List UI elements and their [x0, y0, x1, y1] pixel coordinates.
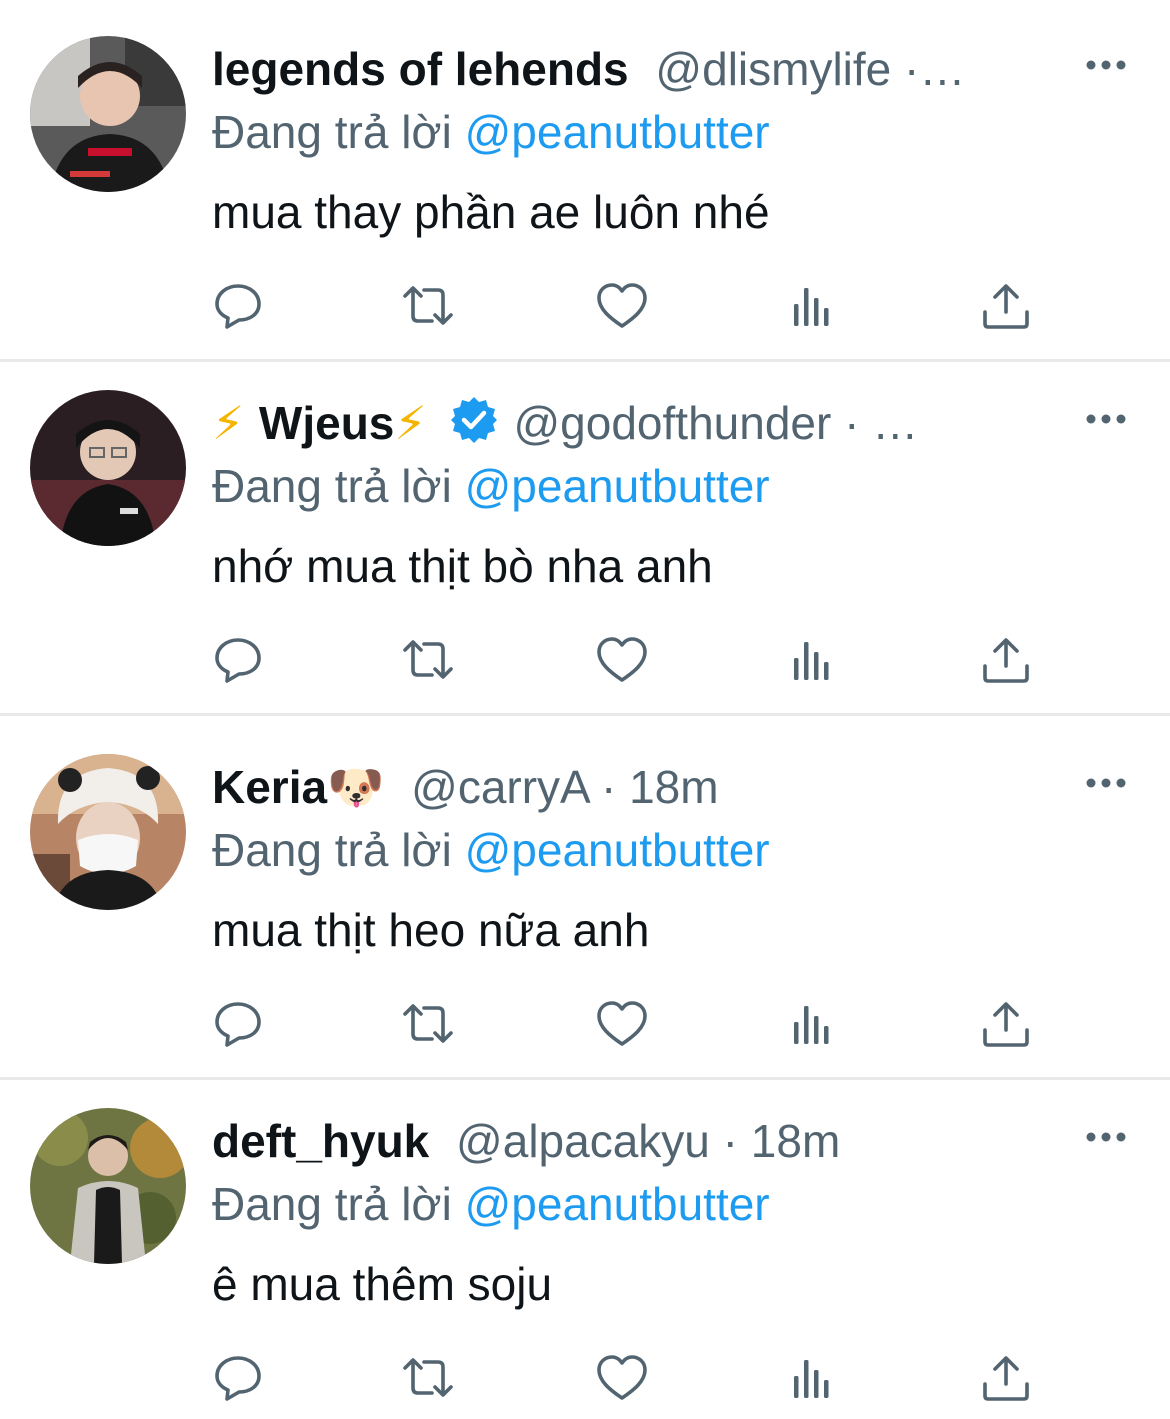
- verified-badge-icon: [449, 395, 499, 445]
- avatar[interactable]: [30, 390, 186, 546]
- mention-link[interactable]: @peanutbutter: [465, 106, 770, 158]
- user-handle[interactable]: @dlismylife: [655, 43, 891, 95]
- reply-tweet[interactable]: Keria🐶 @carryA · 18m Đang trả lời @peanu…: [0, 718, 1170, 1080]
- share-icon[interactable]: [980, 1354, 1032, 1402]
- views-icon[interactable]: [788, 1354, 840, 1402]
- avatar[interactable]: [30, 36, 186, 192]
- separator-dot: ·…: [891, 43, 966, 95]
- mention-link[interactable]: @peanutbutter: [465, 1178, 770, 1230]
- replying-to-label: Đang trả lời: [212, 106, 452, 158]
- retweet-icon[interactable]: [402, 636, 454, 684]
- timestamp[interactable]: 18m: [751, 1115, 840, 1167]
- dog-face-icon: 🐶: [327, 760, 385, 814]
- views-icon[interactable]: [788, 636, 840, 684]
- timestamp[interactable]: 18m: [629, 761, 718, 813]
- mention-link[interactable]: @peanutbutter: [465, 460, 770, 512]
- display-name[interactable]: legends of lehends: [212, 43, 641, 95]
- replying-to: Đang trả lời @peanutbutter: [212, 458, 770, 514]
- display-name-text: deft_hyuk: [212, 1115, 430, 1167]
- display-name[interactable]: ⚡ Wjeus⚡: [212, 396, 439, 450]
- reply-tweet[interactable]: legends of lehends @dlismylife ·… Đang t…: [0, 0, 1170, 362]
- views-icon[interactable]: [788, 282, 840, 330]
- retweet-icon[interactable]: [402, 282, 454, 330]
- more-options-icon[interactable]: [1084, 1122, 1128, 1152]
- heart-icon[interactable]: [596, 282, 648, 330]
- display-name[interactable]: deft_hyuk: [212, 1115, 442, 1167]
- heart-icon[interactable]: [596, 636, 648, 684]
- display-name-text: Wjeus: [258, 397, 395, 449]
- tweet-header: ⚡ Wjeus⚡ @godofthunder · …: [212, 394, 1072, 452]
- lightning-icon: ⚡: [212, 396, 259, 450]
- display-name-text: legends of lehends: [212, 43, 629, 95]
- heart-icon[interactable]: [596, 1354, 648, 1402]
- divider: [0, 713, 1170, 716]
- tweet-text: mua thịt heo nữa anh: [212, 904, 650, 956]
- reply-icon[interactable]: [212, 1000, 264, 1048]
- tweet-header: deft_hyuk @alpacakyu · 18m: [212, 1112, 1072, 1170]
- reply-tweet[interactable]: deft_hyuk @alpacakyu · 18m Đang trả lời …: [0, 1072, 1170, 1419]
- retweet-icon[interactable]: [402, 1354, 454, 1402]
- tweet-text: nhớ mua thịt bò nha anh: [212, 540, 713, 592]
- views-icon[interactable]: [788, 1000, 840, 1048]
- reply-icon[interactable]: [212, 1354, 264, 1402]
- user-handle[interactable]: @alpacakyu: [456, 1115, 710, 1167]
- display-name-text: Keria: [212, 761, 328, 813]
- replying-to: Đang trả lời @peanutbutter: [212, 822, 770, 878]
- lightning-icon: ⚡: [394, 396, 427, 450]
- separator-dot: · …: [831, 397, 919, 449]
- replying-to-label: Đang trả lời: [212, 1178, 452, 1230]
- mention-link[interactable]: @peanutbutter: [465, 824, 770, 876]
- tweet-text: mua thay phần ae luôn nhé: [212, 186, 770, 238]
- tweet-header: Keria🐶 @carryA · 18m: [212, 758, 1072, 816]
- more-options-icon[interactable]: [1084, 50, 1128, 80]
- separator-dot: ·: [709, 1115, 751, 1167]
- avatar[interactable]: [30, 1108, 186, 1264]
- reply-icon[interactable]: [212, 636, 264, 684]
- retweet-icon[interactable]: [402, 1000, 454, 1048]
- tweet-text: ê mua thêm soju: [212, 1258, 553, 1310]
- share-icon[interactable]: [980, 636, 1032, 684]
- replying-to-label: Đang trả lời: [212, 824, 452, 876]
- more-options-icon[interactable]: [1084, 404, 1128, 434]
- separator-dot: ·: [588, 761, 630, 813]
- heart-icon[interactable]: [596, 1000, 648, 1048]
- reply-tweet[interactable]: ⚡ Wjeus⚡ @godofthunder · … Đang trả lời …: [0, 354, 1170, 716]
- reply-icon[interactable]: [212, 282, 264, 330]
- more-options-icon[interactable]: [1084, 768, 1128, 798]
- avatar[interactable]: [30, 754, 186, 910]
- share-icon[interactable]: [980, 282, 1032, 330]
- replying-to-label: Đang trả lời: [212, 460, 452, 512]
- user-handle[interactable]: @carryA: [411, 761, 588, 813]
- replying-to: Đang trả lời @peanutbutter: [212, 1176, 770, 1232]
- display-name[interactable]: Keria🐶: [212, 760, 397, 814]
- share-icon[interactable]: [980, 1000, 1032, 1048]
- user-handle[interactable]: @godofthunder: [513, 397, 831, 449]
- replying-to: Đang trả lời @peanutbutter: [212, 104, 770, 160]
- tweet-header: legends of lehends @dlismylife ·…: [212, 40, 1072, 98]
